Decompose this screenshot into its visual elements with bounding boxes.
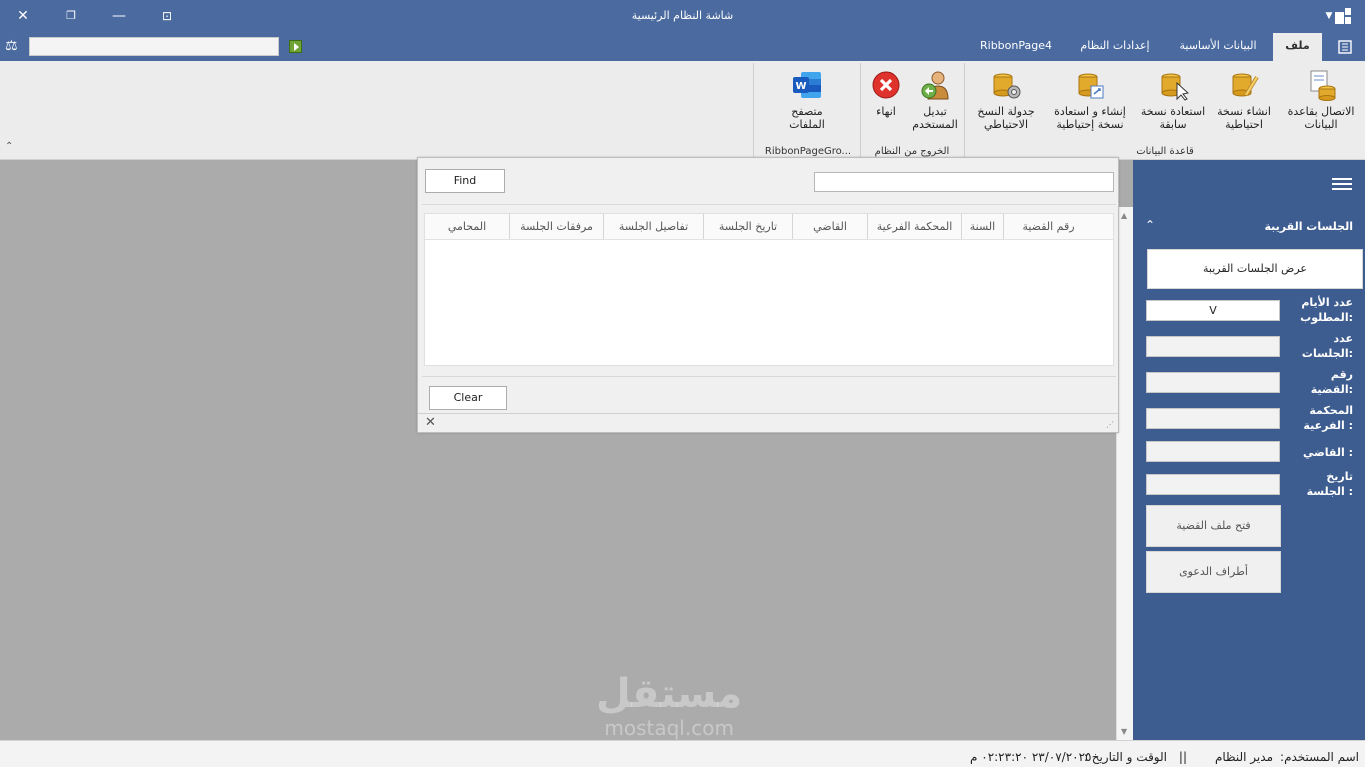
case-parties-button[interactable]: أطراف الدعوى bbox=[1146, 551, 1281, 593]
database-restore-icon bbox=[1157, 69, 1190, 101]
field-label-case-number: رقم القضية: bbox=[1310, 368, 1353, 396]
column-header-lawyer[interactable]: المحامي bbox=[425, 214, 509, 239]
connect-database-button[interactable]: الاتصال بقاعدة البيانات bbox=[1280, 69, 1362, 131]
watermark-latin: mostaql.com bbox=[604, 716, 734, 740]
show-upcoming-sessions-button[interactable]: عرض الجلسات القريبة bbox=[1147, 249, 1363, 289]
go-button[interactable] bbox=[289, 40, 302, 53]
database-sync-icon bbox=[1074, 69, 1106, 101]
section-title: الجلسات القريبة bbox=[1264, 220, 1353, 233]
restore-backup-button[interactable]: استعادة نسخة سابقة bbox=[1137, 69, 1209, 131]
watermark-arabic: مستقل bbox=[596, 671, 743, 717]
find-input[interactable] bbox=[814, 172, 1114, 192]
scroll-down-icon[interactable]: ▼ bbox=[1121, 727, 1127, 736]
application-menu-icon[interactable] bbox=[1337, 39, 1353, 55]
hamburger-menu-icon[interactable] bbox=[1332, 178, 1352, 190]
status-separator: || bbox=[1178, 750, 1187, 764]
quick-access-input[interactable] bbox=[29, 37, 279, 56]
schedule-backup-button[interactable]: جدولة النسخ الاحتياطي bbox=[970, 69, 1042, 131]
results-grid[interactable]: رقم القضية السنة المحكمة الفرعية القاضي … bbox=[424, 213, 1114, 366]
exit-icon bbox=[870, 69, 902, 101]
database-backup-icon bbox=[1228, 69, 1260, 101]
field-label-sub-court: المحكمة الفرعية : bbox=[1303, 404, 1353, 432]
judge-field[interactable] bbox=[1146, 441, 1280, 462]
column-header-judge[interactable]: القاضي bbox=[792, 214, 867, 239]
app-logo-icon bbox=[1335, 8, 1351, 24]
group-label-files: RibbonPageGro... bbox=[764, 146, 852, 157]
ribbon-tab-row: ⚖ RibbonPage4 إعدادات النظام البيانات ال… bbox=[0, 33, 1365, 61]
status-bar: اسم المستخدم: مدير النظام || الوقت و الت… bbox=[0, 740, 1365, 767]
group-label-exit: الخروج من النظام bbox=[874, 146, 950, 157]
field-label-session-count: عدد الجلسات: bbox=[1301, 332, 1353, 360]
tab-file[interactable]: ملف bbox=[1273, 33, 1322, 61]
open-case-file-button[interactable]: فتح ملف القضية bbox=[1146, 505, 1281, 547]
restore-backup-label: استعادة نسخة سابقة bbox=[1140, 105, 1206, 131]
close-find-dialog-icon[interactable]: ✕ bbox=[425, 416, 436, 430]
file-browser-button[interactable]: W متصفح الملفات bbox=[778, 69, 836, 131]
side-panel: الجلسات القريبة ⌃ عرض الجلسات القريبة عد… bbox=[1133, 160, 1365, 740]
exit-label: انهاء bbox=[876, 105, 896, 118]
column-header-session-attachments[interactable]: مرفقات الجلسة bbox=[509, 214, 603, 239]
group-divider bbox=[753, 63, 754, 157]
divider bbox=[422, 376, 1116, 377]
tab-system-settings[interactable]: إعدادات النظام bbox=[1070, 33, 1160, 61]
column-header-case-number[interactable]: رقم القضية bbox=[1003, 214, 1093, 239]
word-icon: W bbox=[791, 69, 823, 101]
column-header-session-date[interactable]: تاريخ الجلسة bbox=[703, 214, 792, 239]
group-label-database: قاعدة البيانات bbox=[1136, 146, 1194, 157]
scroll-up-icon[interactable]: ▲ bbox=[1121, 211, 1127, 220]
create-backup-label: انشاء نسخة احتياطية bbox=[1217, 105, 1271, 131]
collapse-ribbon-icon[interactable]: ⌃ bbox=[5, 141, 13, 152]
session-count-field[interactable] bbox=[1146, 336, 1280, 357]
create-restore-backup-label: إنشاء و استعادة نسخة إحتياطية bbox=[1054, 105, 1126, 131]
column-header-year[interactable]: السنة bbox=[961, 214, 1003, 239]
database-connect-icon bbox=[1305, 69, 1337, 101]
chevron-up-icon[interactable]: ⌃ bbox=[1145, 218, 1155, 232]
case-number-field[interactable] bbox=[1146, 372, 1280, 393]
sub-court-field[interactable] bbox=[1146, 408, 1280, 429]
field-label-session-date: تاريخ الجلسة : bbox=[1306, 470, 1353, 498]
ribbon-panel: الاتصال بقاعدة البيانات انشاء نسخة احتيا… bbox=[0, 61, 1365, 160]
title-bar: ✕ ❐ — ⊡ شاشة النظام الرئيسية ▼ bbox=[0, 0, 1365, 33]
find-button[interactable]: Find bbox=[425, 169, 505, 193]
tab-basic-data[interactable]: البيانات الأساسية bbox=[1168, 33, 1268, 61]
group-divider bbox=[860, 63, 861, 157]
switch-user-label: تبديل المستخدم bbox=[912, 105, 958, 131]
days-input[interactable]: V bbox=[1146, 300, 1280, 321]
status-user-label: اسم المستخدم: bbox=[1280, 750, 1359, 764]
switch-user-button[interactable]: تبديل المستخدم bbox=[905, 69, 965, 131]
session-date-field[interactable] bbox=[1146, 474, 1280, 495]
status-user-value: مدير النظام bbox=[1214, 750, 1273, 764]
column-header-session-details[interactable]: تفاصيل الجلسة bbox=[603, 214, 703, 239]
switch-user-icon bbox=[919, 69, 951, 101]
exit-button[interactable]: انهاء bbox=[862, 69, 910, 118]
grid-header: رقم القضية السنة المحكمة الفرعية القاضي … bbox=[425, 214, 1113, 240]
status-datetime-value: ٢٣/٠٧/٢٠٢٥ ٠٢:٢٣:٢٠ م bbox=[970, 750, 1092, 764]
divider bbox=[422, 204, 1116, 205]
column-header-sub-court[interactable]: المحكمة الفرعية bbox=[867, 214, 961, 239]
tab-ribbonpage4[interactable]: RibbonPage4 bbox=[970, 33, 1062, 61]
svg-text:W: W bbox=[795, 81, 806, 92]
database-schedule-icon bbox=[990, 69, 1022, 101]
resize-grip-icon[interactable]: ⋰ bbox=[1106, 420, 1114, 429]
window-title: شاشة النظام الرئيسية bbox=[631, 9, 734, 22]
file-browser-label: متصفح الملفات bbox=[789, 105, 825, 131]
create-restore-backup-button[interactable]: إنشاء و استعادة نسخة إحتياطية bbox=[1045, 69, 1135, 131]
field-label-judge: القاضي : bbox=[1303, 446, 1353, 459]
watermark-logo: مستقل mostaql.com bbox=[596, 670, 742, 738]
upcoming-sessions-header[interactable]: الجلسات القريبة ⌃ bbox=[1133, 214, 1365, 240]
divider bbox=[418, 413, 1118, 414]
schedule-backup-label: جدولة النسخ الاحتياطي bbox=[977, 105, 1035, 131]
find-dialog: Find رقم القضية السنة المحكمة الفرعية ال… bbox=[417, 157, 1119, 433]
create-backup-button[interactable]: انشاء نسخة احتياطية bbox=[1208, 69, 1280, 131]
connect-database-label: الاتصال بقاعدة البيانات bbox=[1287, 105, 1355, 131]
clear-button[interactable]: Clear bbox=[429, 386, 507, 410]
balance-scale-icon[interactable]: ⚖ bbox=[5, 38, 21, 54]
field-label-days: عدد الأيام المطلوب: bbox=[1300, 296, 1353, 324]
